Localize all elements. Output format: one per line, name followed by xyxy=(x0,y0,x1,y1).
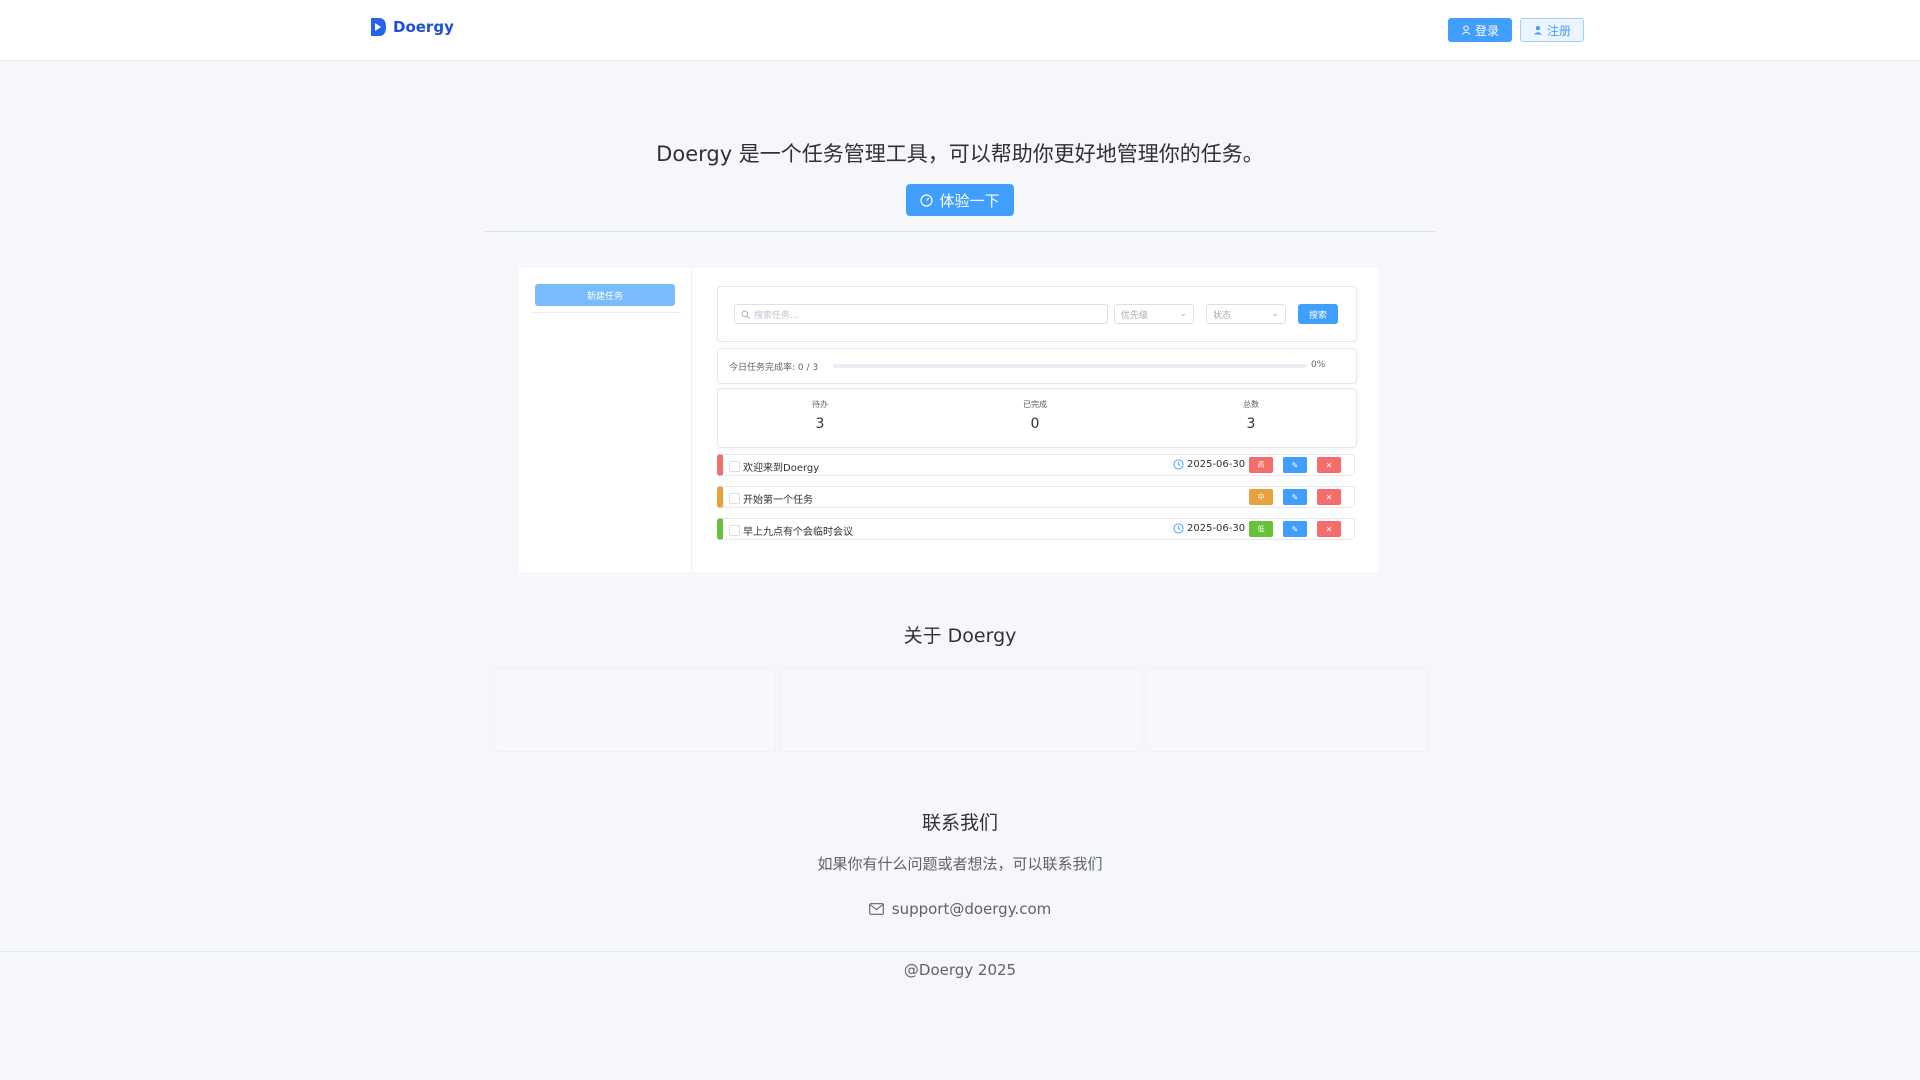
stat-label: 待办 xyxy=(812,400,828,409)
progress-label: 今日任务完成率: 0 / 3 xyxy=(729,360,818,373)
footer-copyright: @Doergy 2025 xyxy=(903,961,1017,979)
progress-label-text: 今日任务完成率: xyxy=(729,363,796,373)
register-button[interactable]: 注册 xyxy=(1520,18,1584,42)
search-button[interactable]: 搜索 xyxy=(1298,304,1338,324)
clock-icon xyxy=(1173,459,1184,470)
clock-icon xyxy=(1173,523,1184,534)
task-date-text: 2025-06-30 xyxy=(1187,523,1246,534)
edit-button[interactable]: ✎ xyxy=(1283,489,1307,505)
priority-tag: 高 xyxy=(1249,457,1273,473)
task-item[interactable]: 开始第一个任务 中 ✎ ✕ xyxy=(717,486,1355,508)
delete-button[interactable]: ✕ xyxy=(1317,457,1341,473)
task-checkbox[interactable] xyxy=(729,493,740,504)
task-checkbox[interactable] xyxy=(729,525,740,536)
mail-icon xyxy=(868,903,884,915)
stat-value: 3 xyxy=(815,416,825,432)
search-icon xyxy=(741,310,750,319)
user-icon xyxy=(1461,25,1471,35)
edit-icon: ✎ xyxy=(1291,524,1299,534)
about-card xyxy=(780,668,1142,752)
priority-tag: 中 xyxy=(1249,489,1273,505)
contact-description: 如果你有什么问题或者想法，可以联系我们 xyxy=(817,855,1103,873)
task-item[interactable]: 欢迎来到Doergy 2025-06-30 高 ✎ ✕ xyxy=(717,454,1355,476)
register-label: 注册 xyxy=(1546,23,1571,38)
hero-divider xyxy=(484,231,1436,232)
footer-divider xyxy=(0,951,1920,952)
edit-icon: ✎ xyxy=(1291,492,1299,502)
close-icon: ✕ xyxy=(1325,492,1333,502)
stat-done: 已完成 0 xyxy=(985,399,1085,432)
priority-select[interactable]: 优先级 ⌄ xyxy=(1114,304,1194,324)
task-item[interactable]: 早上九点有个会临时会议 2025-06-30 低 ✎ ✕ xyxy=(717,518,1355,540)
contact-email[interactable]: support@doergy.com xyxy=(0,900,1920,918)
stat-total: 总数 3 xyxy=(1201,399,1301,432)
brand-logo[interactable]: Doergy xyxy=(369,17,454,37)
task-title: 欢迎来到Doergy xyxy=(743,463,820,474)
task-title: 早上九点有个会临时会议 xyxy=(743,527,853,538)
email-text: support@doergy.com xyxy=(891,900,1052,918)
delete-button[interactable]: ✕ xyxy=(1317,489,1341,505)
edit-icon: ✎ xyxy=(1291,460,1299,470)
stat-value: 3 xyxy=(1246,416,1256,432)
hero-title: Doergy 是一个任务管理工具，可以帮助你更好地管理你的任务。 xyxy=(656,142,1264,166)
task-checkbox[interactable] xyxy=(729,461,740,472)
chevron-down-icon: ⌄ xyxy=(1271,309,1279,319)
edit-button[interactable]: ✎ xyxy=(1283,521,1307,537)
login-label: 登录 xyxy=(1474,23,1499,38)
try-label: 体验一下 xyxy=(939,191,1000,210)
priority-tag: 低 xyxy=(1249,521,1273,537)
status-select[interactable]: 状态 ⌄ xyxy=(1206,304,1286,324)
priority-placeholder: 优先级 xyxy=(1121,310,1149,321)
user-filled-icon xyxy=(1533,26,1542,35)
sidebar-divider xyxy=(531,312,681,313)
about-card xyxy=(494,668,776,752)
search-input[interactable]: 搜索任务... xyxy=(734,304,1108,324)
stat-label: 已完成 xyxy=(1023,400,1047,409)
top-header: Doergy 登录 注册 xyxy=(0,0,1920,61)
delete-button[interactable]: ✕ xyxy=(1317,521,1341,537)
new-task-button[interactable]: 新建任务 xyxy=(535,284,675,306)
chevron-down-icon: ⌄ xyxy=(1179,309,1187,319)
brand-name: Doergy xyxy=(393,18,454,36)
stat-label: 总数 xyxy=(1243,400,1259,409)
search-panel: 搜索任务... 优先级 ⌄ 状态 ⌄ 搜索 xyxy=(717,286,1357,342)
close-icon: ✕ xyxy=(1325,524,1333,534)
stat-todo: 待办 3 xyxy=(770,399,870,432)
task-title: 开始第一个任务 xyxy=(743,495,813,506)
edit-button[interactable]: ✎ xyxy=(1283,457,1307,473)
about-card xyxy=(1146,668,1428,752)
task-date-text: 2025-06-30 xyxy=(1187,459,1246,470)
progress-percent: 0% xyxy=(1311,360,1326,370)
status-placeholder: 状态 xyxy=(1213,310,1232,321)
progress-bar xyxy=(833,364,1307,368)
preview-sidebar: 新建任务 xyxy=(519,268,692,572)
about-title: 关于 Doergy xyxy=(903,625,1017,647)
gauge-icon xyxy=(920,193,934,207)
stats-panel: 待办 3 已完成 0 总数 3 xyxy=(717,388,1357,448)
task-date: 2025-06-30 xyxy=(1173,459,1245,470)
progress-count: 0 / 3 xyxy=(797,363,819,373)
login-button[interactable]: 登录 xyxy=(1448,18,1512,42)
search-placeholder: 搜索任务... xyxy=(754,310,799,321)
try-button[interactable]: 体验一下 xyxy=(906,184,1014,216)
close-icon: ✕ xyxy=(1325,460,1333,470)
contact-title: 联系我们 xyxy=(921,812,998,834)
logo-icon xyxy=(371,18,386,36)
app-preview: 新建任务 搜索任务... 优先级 ⌄ 状态 ⌄ 搜索 今日任务完成率: 0 / … xyxy=(519,268,1379,572)
task-date: 2025-06-30 xyxy=(1173,523,1245,534)
progress-panel: 今日任务完成率: 0 / 3 0% xyxy=(717,348,1357,384)
stat-value: 0 xyxy=(1030,416,1040,432)
